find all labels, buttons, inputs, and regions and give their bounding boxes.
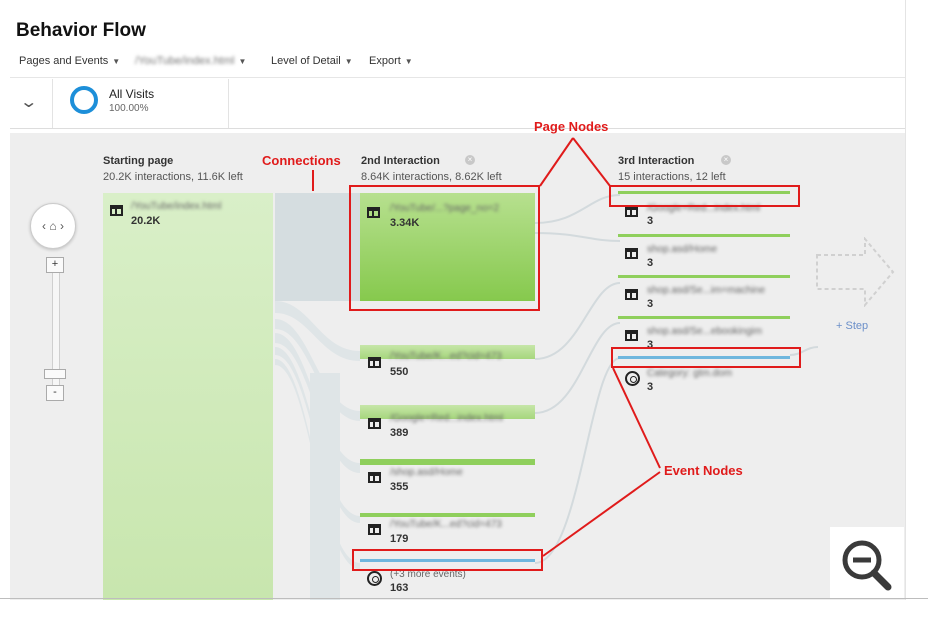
annotation-box (352, 549, 543, 571)
node-value: 3 (647, 215, 654, 227)
annotation-event-nodes: Event Nodes (664, 463, 743, 478)
level-of-detail-menu[interactable]: Level of Detail ▼ (271, 55, 353, 67)
page-icon (368, 418, 381, 429)
page-node[interactable] (360, 459, 535, 465)
node-value: 3 (647, 257, 654, 269)
page-icon (625, 330, 638, 341)
segment-bar: ⌄ All Visits 100.00% (10, 79, 905, 129)
connection-band (310, 373, 340, 600)
node-label: Category: gtm.dom (647, 368, 733, 379)
annotation-box (349, 185, 540, 311)
page-icon (368, 524, 381, 535)
add-step-link[interactable]: + Step (836, 320, 868, 332)
zoom-slider-handle[interactable] (44, 369, 66, 379)
node-label: /YouTube/K...ed?cid=473 (390, 519, 502, 530)
node-label: shop.asd/Se...ebookingim (647, 326, 763, 337)
column-stats: 20.2K interactions, 11.6K left (103, 171, 243, 183)
divider (52, 79, 53, 128)
node-value: 163 (390, 582, 409, 594)
next-step-arrow-icon[interactable] (815, 237, 895, 307)
pages-and-events-menu[interactable]: Pages and Events ▼ (19, 55, 120, 67)
node-value: 355 (390, 481, 409, 493)
divider (228, 79, 229, 128)
zoom-out-button[interactable]: - (46, 385, 64, 401)
toolbar: Pages and Events ▼ /YouTube/index.html ▼ L… (10, 48, 905, 78)
node-label: /shop.asd/Home (390, 467, 463, 478)
page-icon (368, 472, 381, 483)
page-icon (110, 205, 123, 216)
menu-label: Pages and Events (19, 55, 109, 67)
node-value: 3 (647, 298, 654, 310)
column-stats: 8.64K interactions, 8.62K left (361, 171, 502, 183)
page-icon (625, 289, 638, 300)
close-icon[interactable]: × (721, 155, 731, 165)
node-label: shop.asd/Home (647, 244, 718, 255)
node-label: /Google+Red...index.html (390, 413, 504, 424)
node-label: /YouTube/K...ed?cid=473 (390, 351, 502, 362)
connection-band (275, 193, 360, 301)
node-value: 550 (390, 366, 409, 378)
node-label: shop.asd/Se...im=machine (647, 285, 766, 296)
annotation-connections: Connections (262, 153, 341, 168)
menu-label: /YouTube/index.html (135, 55, 235, 67)
page-node[interactable] (618, 275, 790, 278)
menu-label: Export (369, 55, 401, 67)
event-icon (625, 371, 640, 386)
column-title: 3rd Interaction (618, 155, 695, 167)
page-title: Behavior Flow (16, 20, 146, 41)
home-pan-control[interactable]: ‹ ⌂ › (30, 203, 76, 249)
page-icon (368, 357, 381, 368)
segment-name[interactable]: All Visits (109, 87, 154, 101)
node-value: 179 (390, 533, 409, 545)
segment-percent: 100.00% (109, 103, 149, 114)
export-menu[interactable]: Export ▼ (369, 55, 413, 67)
starting-page-menu[interactable]: /YouTube/index.html ▼ (135, 55, 246, 67)
connection-line (534, 322, 621, 414)
connection-line (534, 357, 621, 564)
page-node[interactable] (618, 234, 790, 237)
column-title: Starting page (103, 155, 174, 167)
caret-down-icon: ▼ (344, 57, 353, 66)
caret-down-icon: ▼ (404, 57, 413, 66)
annotation-box (611, 347, 801, 368)
caret-down-icon: ▼ (112, 57, 121, 66)
annotation-page-nodes: Page Nodes (534, 119, 609, 134)
starting-page-node[interactable]: /YouTube/index.html 20.2K (103, 193, 273, 600)
close-icon[interactable]: × (465, 155, 475, 165)
segment-ring-icon (70, 86, 98, 114)
divider (0, 598, 928, 599)
page-icon (625, 248, 638, 259)
event-icon (367, 571, 382, 586)
node-value: 20.2K (131, 215, 161, 227)
annotation-box (609, 185, 800, 207)
page-icon (625, 206, 638, 217)
zoom-in-button[interactable]: + (46, 257, 64, 273)
column-title: 2nd Interaction (361, 155, 440, 167)
page-node[interactable] (618, 316, 790, 319)
connection-line (534, 232, 621, 242)
node-value: 389 (390, 427, 409, 439)
connection-line (534, 194, 621, 224)
home-icon: ‹ ⌂ › (42, 219, 64, 233)
chevron-down-icon[interactable]: ⌄ (19, 92, 38, 112)
node-label: /YouTube/index.html (131, 201, 222, 212)
menu-label: Level of Detail (271, 55, 341, 67)
column-stats: 15 interactions, 12 left (618, 171, 726, 183)
caret-down-icon: ▼ (238, 57, 247, 66)
node-value: 3 (647, 381, 654, 393)
connection-line (534, 282, 621, 360)
zoom-out-control[interactable] (830, 527, 904, 599)
magnifier-minus-icon (842, 540, 892, 591)
page-node[interactable] (360, 513, 535, 517)
